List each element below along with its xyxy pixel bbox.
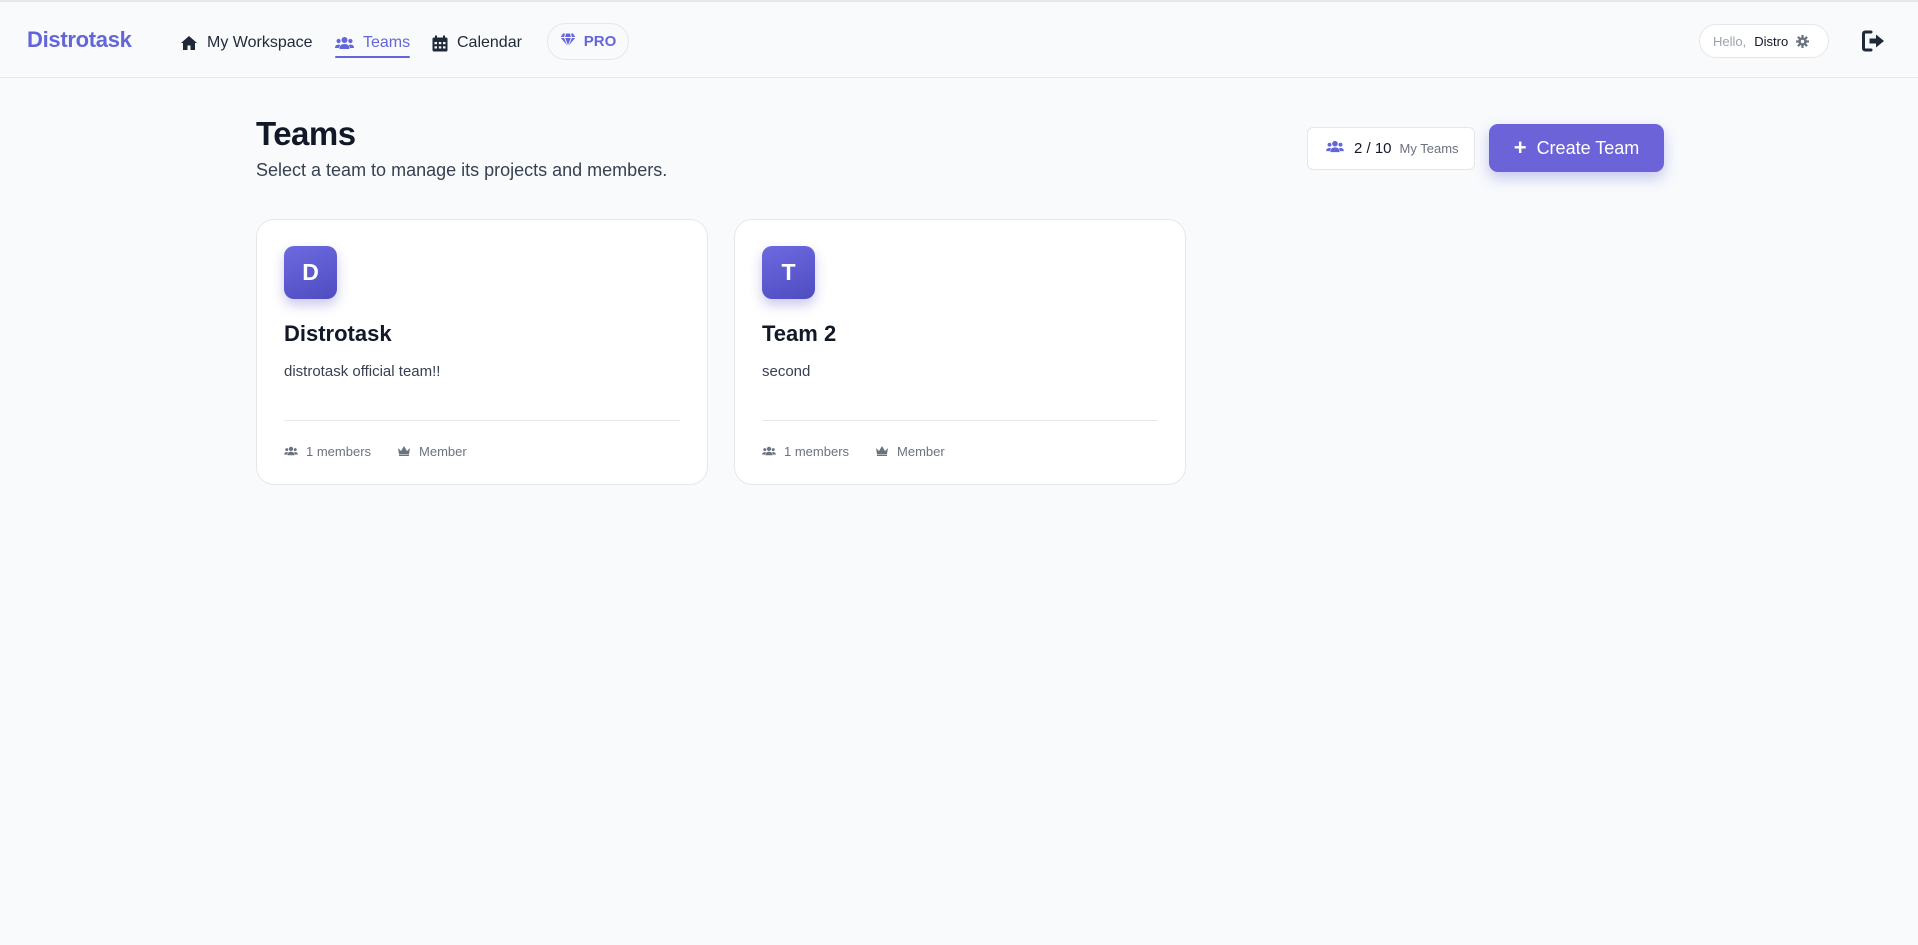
page-title: Teams xyxy=(256,115,356,152)
member-role: Member xyxy=(897,443,945,459)
team-count-label: My Teams xyxy=(1399,141,1459,156)
nav-label: Teams xyxy=(363,34,411,51)
team-name: Team 2 xyxy=(762,321,837,346)
users-icon xyxy=(335,36,354,50)
calendar-icon xyxy=(432,35,448,52)
team-card-distrotask[interactable]: D Distrotask distrotask official team!! … xyxy=(256,219,708,485)
gem-icon xyxy=(560,32,576,51)
greeting-text: Hello, xyxy=(1713,33,1747,49)
crown-icon xyxy=(397,444,411,459)
nav-teams[interactable]: Teams xyxy=(335,30,411,58)
card-divider xyxy=(284,420,680,421)
nav-calendar[interactable]: Calendar xyxy=(432,30,522,56)
create-team-label: Create Team xyxy=(1536,137,1640,158)
member-role: Member xyxy=(419,443,467,459)
nav-label: My Workspace xyxy=(207,34,313,51)
team-card-team-2[interactable]: T Team 2 second 1 members Member xyxy=(734,219,1186,485)
team-name: Distrotask xyxy=(284,321,392,346)
team-count-badge: 2 / 10 My Teams xyxy=(1307,127,1475,170)
pro-badge-button[interactable]: PRO xyxy=(547,23,629,60)
top-navbar: Distrotask My Workspace Teams Calendar P… xyxy=(0,0,1918,78)
card-divider xyxy=(762,420,1158,421)
users-icon xyxy=(1326,140,1344,158)
members-icon xyxy=(284,444,298,459)
team-meta: 1 members Member xyxy=(762,441,945,461)
plus-icon: + xyxy=(1513,135,1527,160)
username: Distro xyxy=(1754,33,1789,49)
team-description: second xyxy=(762,363,811,380)
team-avatar: T xyxy=(762,246,815,299)
logout-icon[interactable] xyxy=(1862,30,1886,52)
team-count-value: 2 / 10 xyxy=(1354,140,1392,157)
home-icon xyxy=(180,35,198,51)
page-subtitle: Select a team to manage its projects and… xyxy=(256,160,668,180)
create-team-button[interactable]: + Create Team xyxy=(1489,124,1664,172)
team-meta: 1 members Member xyxy=(284,441,467,461)
gear-icon[interactable] xyxy=(1796,34,1810,48)
team-description: distrotask official team!! xyxy=(284,363,441,380)
member-count: 1 members xyxy=(306,443,372,459)
members-icon xyxy=(762,444,776,459)
pro-label: PRO xyxy=(583,33,617,50)
brand-logo[interactable]: Distrotask xyxy=(27,27,132,53)
nav-label: Calendar xyxy=(457,34,522,51)
member-count: 1 members xyxy=(784,443,850,459)
crown-icon xyxy=(875,444,889,459)
nav-my-workspace[interactable]: My Workspace xyxy=(180,30,313,56)
team-avatar: D xyxy=(284,246,337,299)
user-menu[interactable]: Hello, Distro xyxy=(1699,24,1829,58)
active-tab-underline xyxy=(335,56,411,58)
